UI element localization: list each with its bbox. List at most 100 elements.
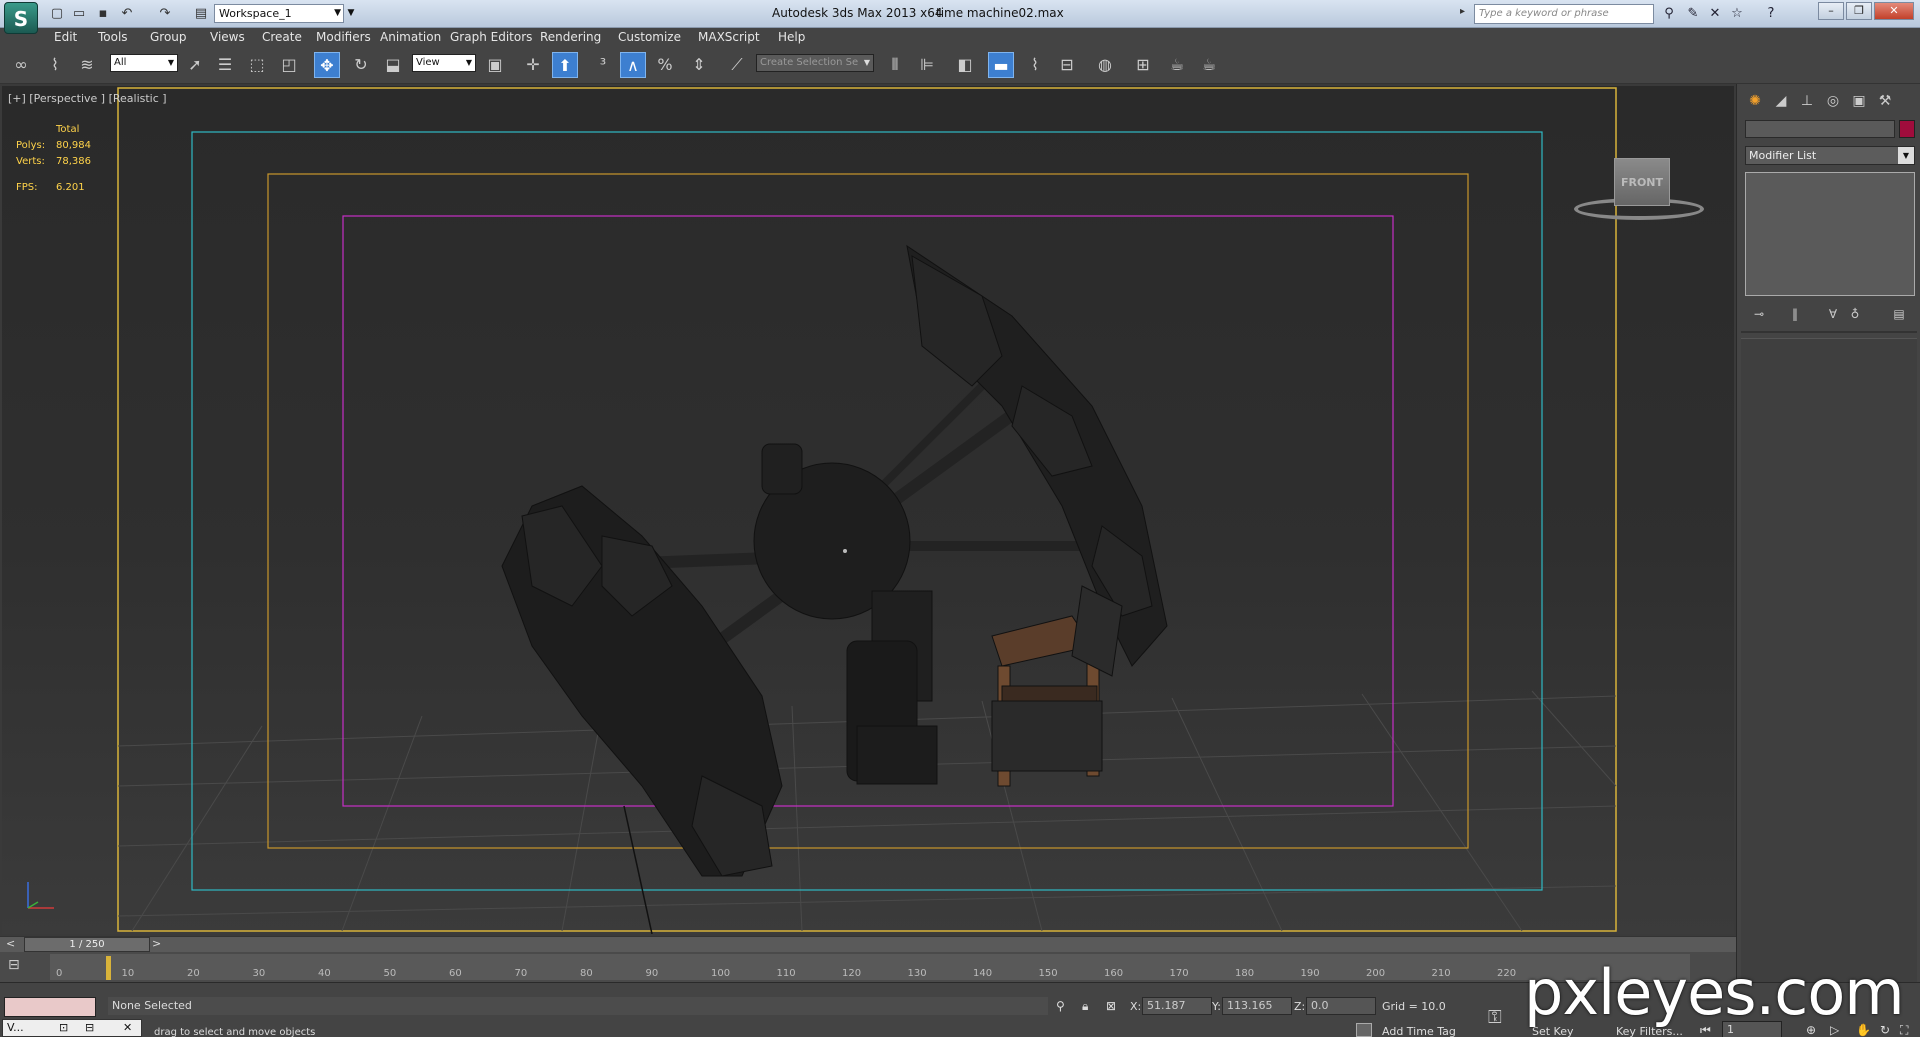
spinner-snap-icon[interactable]: ⇕ <box>686 52 712 78</box>
render-setup-icon[interactable]: ⊞ <box>1130 52 1156 78</box>
snaps-toggle-icon[interactable]: ³ <box>590 52 616 78</box>
z-coordinate-field[interactable]: 0.0 <box>1306 997 1376 1015</box>
close-button[interactable]: ✕ <box>1874 2 1914 20</box>
track-bar-ruler[interactable]: 0 10 20 30 40 50 60 70 80 90 100 110 120 130 140 150 160… <box>50 954 1690 980</box>
align-icon[interactable]: ⊫ <box>914 52 940 78</box>
viewcube[interactable]: FRONT <box>1574 158 1704 228</box>
modifier-stack[interactable] <box>1745 172 1915 296</box>
reference-coordinate-dropdown[interactable]: View ▼ <box>412 54 476 72</box>
pin-stack-icon[interactable]: ⊸ <box>1747 304 1771 324</box>
open-icon[interactable]: ▭ <box>70 5 88 23</box>
select-object-icon[interactable]: ➚ <box>182 52 208 78</box>
motion-tab-icon[interactable]: ◎ <box>1821 90 1845 112</box>
hierarchy-tab-icon[interactable]: ⊥ <box>1795 90 1819 112</box>
workspace-dropdown[interactable]: Workspace_1 ▼ <box>214 4 344 23</box>
chevron-down-icon[interactable]: ▼ <box>345 4 357 23</box>
select-and-rotate-icon[interactable]: ↻ <box>348 52 374 78</box>
redo-icon[interactable]: ↷ <box>156 5 174 23</box>
maximize-button[interactable]: ❐ <box>1846 2 1872 20</box>
window-crossing-icon[interactable]: ◰ <box>276 52 302 78</box>
x-coordinate-field[interactable]: 51.187 <box>1142 997 1212 1015</box>
time-slider-thumb[interactable]: 1 / 250 <box>24 937 150 952</box>
menu-edit[interactable]: Edit <box>54 30 77 44</box>
search-expand-icon[interactable]: ▸ <box>1460 6 1465 17</box>
rendered-frame-window-icon[interactable]: ☕ <box>1164 52 1190 78</box>
modify-tab-icon[interactable]: ◢ <box>1769 90 1793 112</box>
menu-rendering[interactable]: Rendering <box>540 30 601 44</box>
utilities-tab-icon[interactable]: ⚒ <box>1873 90 1897 112</box>
configure-modifier-sets-icon[interactable]: ▤ <box>1887 304 1911 324</box>
menu-group[interactable]: Group <box>150 30 187 44</box>
current-frame-marker[interactable] <box>106 956 111 980</box>
percent-snap-icon[interactable]: % <box>652 52 678 78</box>
display-tab-icon[interactable]: ▣ <box>1847 90 1871 112</box>
mirror-icon[interactable]: ⫴ <box>882 52 908 78</box>
maxscript-listener-mini[interactable] <box>4 997 96 1017</box>
new-icon[interactable]: ▢ <box>48 5 66 23</box>
edit-named-selection-icon[interactable]: ⟋ <box>724 52 750 78</box>
save-icon[interactable]: ▪ <box>94 5 112 23</box>
menu-maxscript[interactable]: MAXScript <box>698 30 760 44</box>
close-icon[interactable]: ✕ <box>123 1021 132 1034</box>
pivot-center-icon[interactable]: ▣ <box>482 52 508 78</box>
time-tag-icon[interactable] <box>1356 1023 1372 1037</box>
menu-tools[interactable]: Tools <box>98 30 128 44</box>
isolate-selection-icon[interactable]: ⚲ <box>1056 999 1065 1013</box>
manipulate-icon[interactable]: ✛ <box>520 52 546 78</box>
remove-modifier-icon[interactable]: ♁ <box>1843 304 1867 324</box>
unlink-icon[interactable]: ⌇ <box>42 52 68 78</box>
link-icon[interactable]: ∞ <box>8 52 34 78</box>
angle-snap-icon[interactable]: ∧ <box>620 52 646 78</box>
layout-icon[interactable]: ⊡ <box>59 1021 68 1034</box>
menu-views[interactable]: Views <box>210 30 245 44</box>
binoculars-icon[interactable]: ⚲ <box>1660 5 1678 23</box>
time-slider[interactable]: < 1 / 250 > <box>0 936 1736 952</box>
keyboard-shortcut-override-icon[interactable]: ⬆ <box>552 52 578 78</box>
help-icon[interactable]: ? <box>1762 5 1780 23</box>
search-input[interactable]: Type a keyword or phrase <box>1474 4 1654 24</box>
select-and-move-icon[interactable]: ✥ <box>314 52 340 78</box>
named-selection-dropdown[interactable]: Create Selection Se ▼ <box>756 54 874 72</box>
object-color-swatch[interactable] <box>1899 120 1915 138</box>
viewcube-front-face[interactable]: FRONT <box>1614 158 1670 206</box>
project-folder-icon[interactable]: ▤ <box>192 5 210 23</box>
menu-modifiers[interactable]: Modifiers <box>316 30 371 44</box>
lock-icon[interactable]: 🔒︎ <box>1082 999 1088 1014</box>
render-production-icon[interactable]: ☕ <box>1196 52 1222 78</box>
layout-icon[interactable]: ⊟ <box>85 1021 94 1034</box>
material-editor-icon[interactable]: ◍ <box>1092 52 1118 78</box>
select-by-name-icon[interactable]: ☰ <box>212 52 238 78</box>
undo-icon[interactable]: ↶ <box>118 5 136 23</box>
add-time-tag-button[interactable]: Add Time Tag <box>1382 1025 1456 1037</box>
show-end-result-icon[interactable]: ‖ <box>1783 304 1807 324</box>
make-unique-icon[interactable]: ∀ <box>1821 304 1845 324</box>
mini-curve-editor-icon[interactable]: ⊟ <box>8 957 20 973</box>
bind-space-warp-icon[interactable]: ≋ <box>74 52 100 78</box>
rectangular-selection-icon[interactable]: ⬚ <box>244 52 270 78</box>
create-tab-icon[interactable]: ✺ <box>1743 90 1767 112</box>
absolute-mode-icon[interactable]: ⊠ <box>1106 999 1116 1013</box>
subscription-icon[interactable]: ✎ <box>1684 5 1702 23</box>
schematic-view-icon[interactable]: ⊟ <box>1054 52 1080 78</box>
time-slider-next-button[interactable]: > <box>152 937 161 950</box>
menu-graph-editors[interactable]: Graph Editors <box>450 30 532 44</box>
viewport-label-menu[interactable]: [+] [Perspective ] [Realistic ] <box>8 92 167 105</box>
minimize-button[interactable]: – <box>1818 2 1844 20</box>
menu-create[interactable]: Create <box>262 30 302 44</box>
favorites-icon[interactable]: ☆ <box>1728 5 1746 23</box>
viewport-layout-tab[interactable]: V... <box>7 1021 24 1034</box>
select-and-scale-icon[interactable]: ⬓ <box>380 52 406 78</box>
application-button[interactable]: S <box>4 2 38 34</box>
menu-customize[interactable]: Customize <box>618 30 681 44</box>
selection-filter-dropdown[interactable]: All ▼ <box>110 54 178 72</box>
y-coordinate-field[interactable]: 113.165 <box>1222 997 1292 1015</box>
object-name-field[interactable] <box>1745 120 1895 138</box>
graphite-ribbon-icon[interactable]: ▬ <box>988 52 1014 78</box>
time-slider-prev-button[interactable]: < <box>6 937 15 950</box>
menu-help[interactable]: Help <box>778 30 805 44</box>
perspective-viewport[interactable]: [+] [Perspective ] [Realistic ] Total Po… <box>2 86 1734 934</box>
key-icon[interactable]: ⚿ <box>1488 1007 1502 1028</box>
modifier-list-dropdown[interactable]: Modifier List ▼ <box>1745 146 1915 165</box>
communication-center-icon[interactable]: ✕ <box>1706 5 1724 23</box>
curve-editor-icon[interactable]: ⌇ <box>1022 52 1048 78</box>
